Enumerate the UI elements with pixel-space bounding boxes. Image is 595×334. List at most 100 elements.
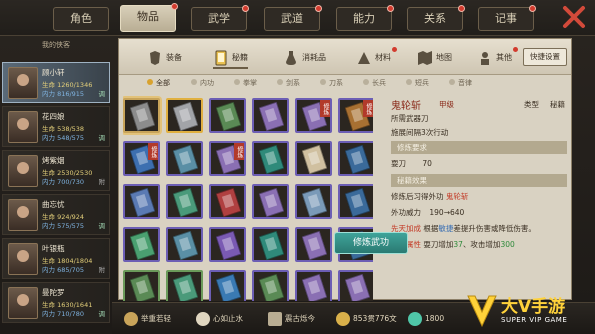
item-slot[interactable] bbox=[295, 227, 332, 262]
buff-item[interactable]: 举重若轻 bbox=[124, 311, 171, 327]
buff-label: 震古烁今 bbox=[285, 314, 315, 323]
avatar bbox=[8, 287, 38, 319]
tab-role[interactable]: 角色 bbox=[53, 7, 109, 31]
filter-all[interactable]: 全部 bbox=[147, 78, 170, 88]
item-slot[interactable] bbox=[209, 98, 246, 133]
category-manuals[interactable]: 秘籍 bbox=[213, 47, 248, 69]
manual-book-icon bbox=[215, 230, 242, 261]
tab-journal[interactable]: 记事 bbox=[478, 5, 536, 31]
manual-book-icon bbox=[129, 230, 156, 261]
manual-book-icon bbox=[258, 230, 285, 261]
currency-coins: 853贯776文 bbox=[336, 311, 397, 327]
notification-dot bbox=[387, 5, 394, 12]
item-slot[interactable] bbox=[338, 184, 373, 219]
buff-item[interactable]: 震古烁今 bbox=[268, 311, 315, 327]
item-slot[interactable] bbox=[123, 98, 160, 133]
filter-short-weapon[interactable]: 短兵 bbox=[406, 78, 429, 88]
member-name: 叶银瓶 bbox=[42, 244, 65, 253]
train-skill-button[interactable]: 修炼武功 bbox=[334, 232, 408, 254]
requirement-row: 耍刀 70 bbox=[391, 158, 432, 169]
notification-dot bbox=[392, 47, 397, 52]
filter-label: 长兵 bbox=[372, 79, 386, 87]
item-slot[interactable] bbox=[123, 184, 160, 219]
buff-label: 举重若轻 bbox=[141, 314, 171, 323]
party-member[interactable]: 曲忘忧 生命 924/924 内力 575/575 调 bbox=[2, 194, 110, 235]
member-mp: 内力 710/780 bbox=[42, 310, 85, 318]
item-slot[interactable] bbox=[338, 141, 373, 176]
item-slot[interactable] bbox=[295, 184, 332, 219]
party-member[interactable]: 曼陀罗 生命 1630/1641 内力 710/780 调 bbox=[2, 282, 110, 323]
tab-items[interactable]: 物品 bbox=[120, 3, 178, 32]
item-slot[interactable] bbox=[209, 227, 246, 262]
effect-power: 外功威力 190→640 bbox=[391, 207, 464, 218]
filter-sword[interactable]: 剑系 bbox=[277, 78, 300, 88]
category-bar: 装备 秘籍 消耗品 材料 地图 其他 快捷设置 bbox=[119, 39, 571, 75]
manual-book-icon bbox=[215, 273, 242, 301]
tab-ability[interactable]: 能力 bbox=[336, 5, 394, 31]
tab-label: 记事 bbox=[495, 12, 517, 25]
notification-dot bbox=[242, 5, 249, 12]
party-header: 我的侠客 bbox=[42, 41, 70, 49]
item-slot[interactable] bbox=[338, 270, 373, 301]
item-slot[interactable] bbox=[295, 270, 332, 301]
radio-icon bbox=[147, 79, 153, 85]
filter-fist[interactable]: 拳掌 bbox=[234, 78, 257, 88]
category-map[interactable]: 地图 bbox=[417, 47, 452, 69]
watermark: 大V手游 SUPER VIP GAME bbox=[463, 290, 593, 334]
item-slot[interactable] bbox=[252, 227, 289, 262]
item-slot[interactable]: 修炼 bbox=[123, 141, 160, 176]
manual-book-icon bbox=[301, 230, 328, 261]
filter-internal[interactable]: 内功 bbox=[191, 78, 214, 88]
item-slot[interactable] bbox=[166, 98, 203, 133]
category-other[interactable]: 其他 bbox=[477, 47, 518, 69]
item-slot[interactable] bbox=[166, 270, 203, 301]
item-slot[interactable] bbox=[166, 141, 203, 176]
member-tag: 调 bbox=[98, 134, 106, 142]
item-slot[interactable] bbox=[252, 98, 289, 133]
category-materials[interactable]: 材料 bbox=[356, 47, 397, 69]
item-slot[interactable] bbox=[209, 184, 246, 219]
currency-value: 1800 bbox=[425, 314, 445, 323]
category-consumables[interactable]: 消耗品 bbox=[283, 47, 326, 69]
item-slot[interactable] bbox=[252, 141, 289, 176]
tab-relations[interactable]: 关系 bbox=[407, 5, 465, 31]
filter-long-weapon[interactable]: 长兵 bbox=[363, 78, 386, 88]
radio-icon bbox=[406, 79, 412, 85]
item-slot[interactable]: 修炼 bbox=[295, 98, 332, 133]
item-name: 鬼轮斩 bbox=[391, 101, 421, 112]
effect-attr: 敏捷 bbox=[438, 224, 454, 233]
tab-martial-arts[interactable]: 武学 bbox=[191, 5, 249, 31]
buff-item[interactable]: 心如止水 bbox=[196, 311, 243, 327]
item-slot[interactable] bbox=[166, 227, 203, 262]
item-slot[interactable] bbox=[252, 184, 289, 219]
party-member[interactable]: 花四娘 生命 538/538 内力 548/575 调 bbox=[2, 106, 110, 147]
top-nav: 角色 物品 武学 武道 能力 关系 记事 bbox=[0, 0, 595, 36]
effect-innate: 先天加成 根据敏捷差提升伤害或降低伤害。 bbox=[391, 223, 536, 234]
item-slot[interactable] bbox=[123, 227, 160, 262]
item-slot[interactable] bbox=[166, 184, 203, 219]
manual-book-icon bbox=[258, 144, 285, 175]
item-slot[interactable] bbox=[295, 141, 332, 176]
quick-settings-button[interactable]: 快捷设置 bbox=[523, 48, 567, 66]
filter-music[interactable]: 音律 bbox=[449, 78, 472, 88]
tab-martial-way[interactable]: 武道 bbox=[264, 5, 322, 31]
radio-icon bbox=[277, 79, 283, 85]
party-member[interactable]: 顾小轩 生命 1260/1346 内力 816/915 调 bbox=[2, 62, 110, 103]
item-slot[interactable] bbox=[123, 270, 160, 301]
requirement-skill: 耍刀 bbox=[391, 159, 406, 168]
party-member[interactable]: 烤紫烟 生命 2530/2530 内力 700/730 附 bbox=[2, 150, 110, 191]
tab-label: 能力 bbox=[353, 12, 375, 25]
manual-book-icon bbox=[129, 187, 156, 218]
tab-label: 武学 bbox=[208, 12, 230, 25]
party-member[interactable]: 叶银瓶 生命 1804/1804 内力 685/705 附 bbox=[2, 238, 110, 279]
item-slot[interactable]: 修炼 bbox=[338, 98, 373, 133]
category-equipment[interactable]: 装备 bbox=[147, 47, 182, 69]
filter-blade[interactable]: 刀系 bbox=[320, 78, 343, 88]
training-tag: 修炼 bbox=[363, 100, 373, 117]
category-label: 其他 bbox=[496, 53, 512, 62]
item-slot[interactable]: 修炼 bbox=[209, 141, 246, 176]
item-grid: 修炼 修炼 修炼 修炼 bbox=[123, 95, 373, 301]
close-icon[interactable] bbox=[561, 4, 587, 30]
item-slot[interactable] bbox=[209, 270, 246, 301]
item-slot[interactable] bbox=[252, 270, 289, 301]
